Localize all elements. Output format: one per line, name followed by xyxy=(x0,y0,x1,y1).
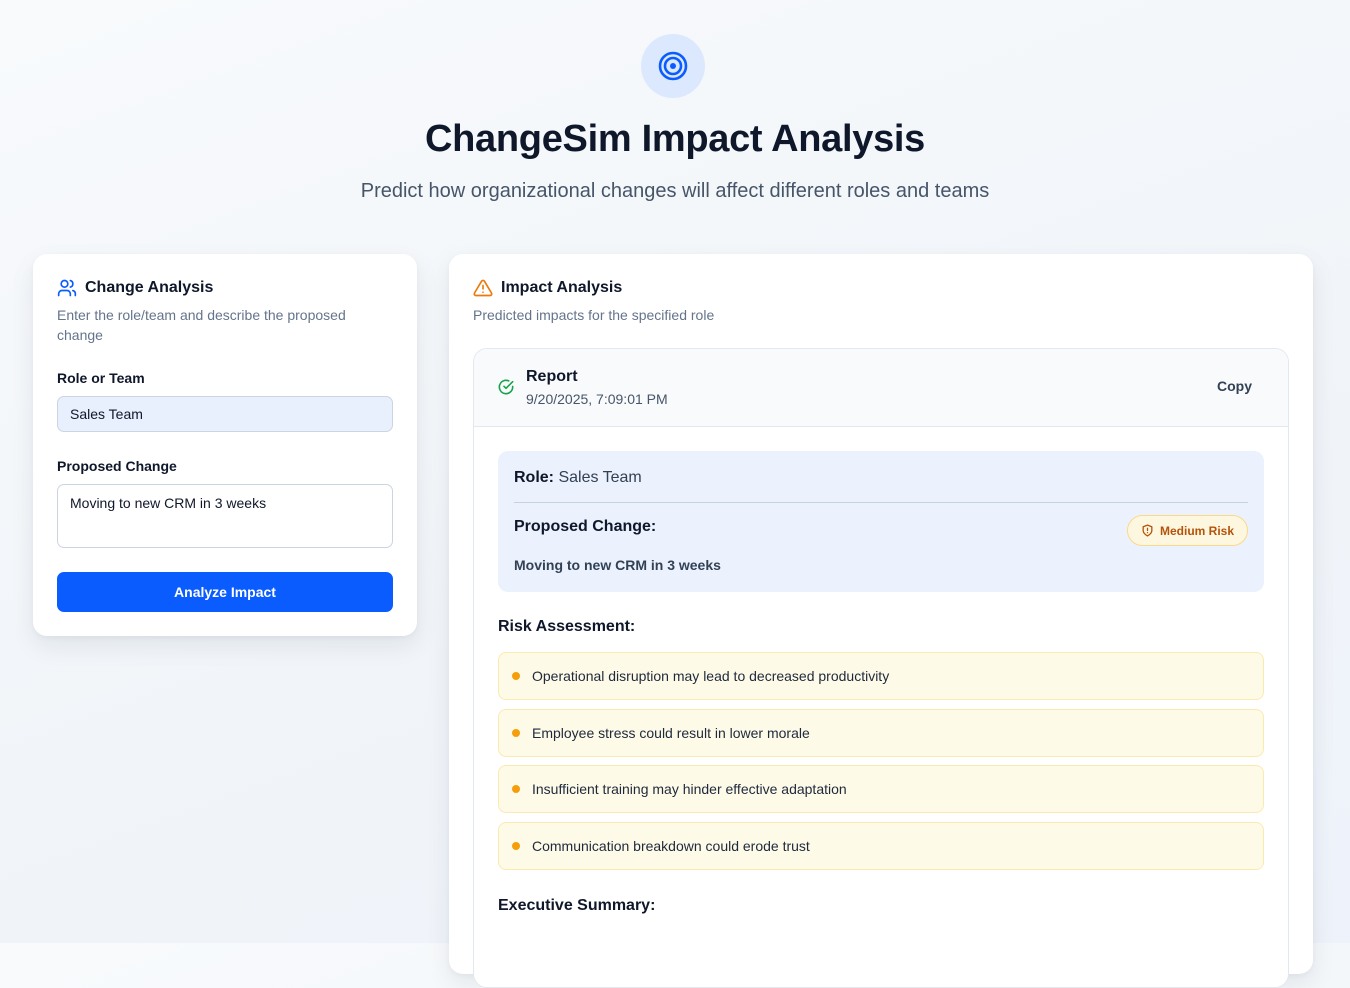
risk-item: Communication breakdown could erode trus… xyxy=(498,822,1264,870)
users-icon xyxy=(57,279,77,297)
role-input[interactable]: Sales Team xyxy=(57,396,393,432)
report-timestamp: 9/20/2025, 7:09:01 PM xyxy=(526,391,668,407)
executive-summary-heading: Executive Summary: xyxy=(498,897,656,914)
report-panel: Report 9/20/2025, 7:09:01 PM Copy Role: … xyxy=(473,348,1289,988)
hero-logo xyxy=(641,34,705,98)
role-label: Role: xyxy=(514,469,554,486)
risk-item: Employee stress could result in lower mo… xyxy=(498,709,1264,757)
report-header: Report 9/20/2025, 7:09:01 PM Copy xyxy=(474,349,1288,427)
risk-item: Operational disruption may lead to decre… xyxy=(498,652,1264,700)
proposed-change-value: Moving to new CRM in 3 weeks xyxy=(514,557,721,573)
copy-button[interactable]: Copy xyxy=(1217,378,1252,394)
page-subtitle: Predict how organizational changes will … xyxy=(360,180,990,202)
proposed-change-heading: Proposed Change: xyxy=(514,518,657,535)
role-label: Role or Team xyxy=(57,370,145,386)
risk-text: Insufficient training may hinder effecti… xyxy=(532,781,847,797)
alert-triangle-icon xyxy=(473,279,493,297)
risk-item: Insufficient training may hinder effecti… xyxy=(498,765,1264,813)
risk-bullet xyxy=(512,842,520,850)
risk-text: Operational disruption may lead to decre… xyxy=(532,668,890,684)
change-analysis-description: Enter the role/team and describe the pro… xyxy=(57,307,346,343)
target-icon xyxy=(658,51,688,81)
role-value: Sales Team xyxy=(558,469,642,486)
proposed-change-textarea[interactable]: Moving to new CRM in 3 weeks xyxy=(57,484,393,548)
risk-level-badge: Medium Risk xyxy=(1126,515,1248,546)
risk-text: Employee stress could result in lower mo… xyxy=(532,725,810,741)
role-line: Role: Sales Team xyxy=(514,469,642,487)
report-title: Report xyxy=(526,368,578,385)
risk-level-text: Medium Risk xyxy=(1159,523,1234,538)
impact-analysis-description: Predicted impacts for the specified role xyxy=(473,307,715,323)
change-analysis-title: Change Analysis xyxy=(85,279,214,296)
role-change-summary: Role: Sales Team Proposed Change: Medium… xyxy=(498,451,1264,592)
risk-bullet xyxy=(512,785,520,793)
change-analysis-header: Change Analysis xyxy=(57,278,213,298)
risk-text: Communication breakdown could erode trus… xyxy=(532,838,810,854)
page-title: ChangeSim Impact Analysis xyxy=(424,118,926,160)
change-analysis-card: Change Analysis Enter the role/team and … xyxy=(33,254,417,636)
impact-analysis-header: Impact Analysis xyxy=(473,278,622,298)
impact-analysis-card: Impact Analysis Predicted impacts for th… xyxy=(449,254,1313,988)
shield-icon xyxy=(1142,524,1153,537)
summary-divider xyxy=(514,502,1248,503)
risk-assessment-heading: Risk Assessment: xyxy=(498,618,636,635)
analyze-impact-button[interactable]: Analyze Impact xyxy=(57,572,393,612)
proposed-change-label: Proposed Change xyxy=(57,458,177,474)
risk-bullet xyxy=(512,672,520,680)
impact-analysis-title: Impact Analysis xyxy=(501,279,623,296)
risk-bullet xyxy=(512,729,520,737)
check-circle-icon xyxy=(498,379,514,395)
